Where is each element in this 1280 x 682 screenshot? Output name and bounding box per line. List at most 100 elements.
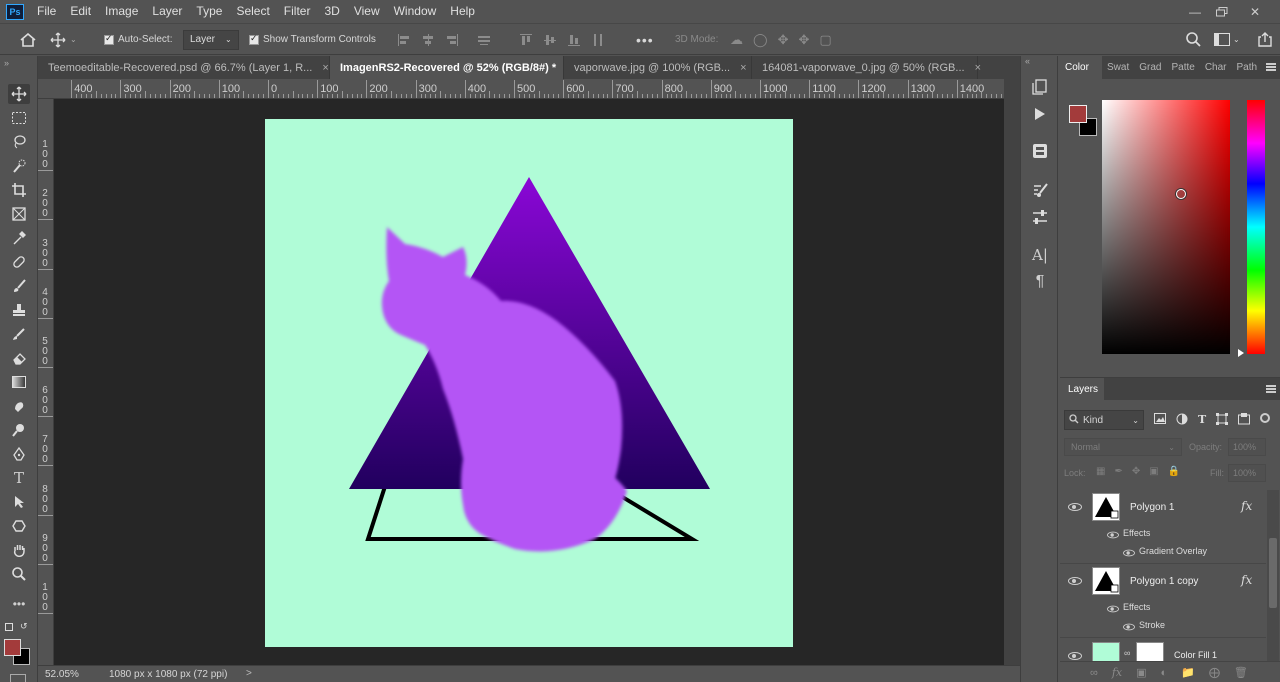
type-tool-icon[interactable]: T (8, 468, 30, 488)
filter-shape-icon[interactable] (1216, 413, 1229, 428)
close-tab-icon[interactable]: × (322, 62, 328, 74)
filter-type-icon[interactable]: T (1198, 413, 1206, 428)
history-panel-icon[interactable] (1029, 76, 1051, 98)
lock-all-icon[interactable]: 🔒 (1168, 466, 1180, 477)
new-group-icon[interactable]: 📁 (1181, 666, 1195, 679)
minimize-icon[interactable]: — (1180, 0, 1210, 23)
expand-panels-icon[interactable]: « (1025, 56, 1030, 66)
layer-name[interactable]: Color Fill 1 (1174, 650, 1217, 660)
tab-teemoeditable[interactable]: Teemoeditable-Recovered.psd @ 66.7% (Lay… (38, 56, 330, 79)
share-icon[interactable] (1258, 24, 1272, 55)
effects-visibility-eye-icon[interactable] (1107, 605, 1119, 613)
zoom-tool-icon[interactable] (8, 564, 30, 584)
hand-tool-icon[interactable] (8, 540, 30, 560)
new-adjustment-layer-icon[interactable]: ◐ (1161, 667, 1168, 679)
marquee-tool-icon[interactable] (8, 108, 30, 128)
edit-toolbar-icon[interactable]: ••• (8, 594, 30, 614)
layer-name[interactable]: Polygon 1 copy (1130, 576, 1198, 587)
align-bottom-icon[interactable] (567, 33, 581, 47)
menu-3d[interactable]: 3D (317, 0, 346, 23)
layer-name[interactable]: Polygon 1 (1130, 502, 1174, 513)
saturation-brightness-field[interactable] (1102, 100, 1230, 354)
document-canvas[interactable] (265, 119, 793, 647)
effect-visibility-eye-icon[interactable] (1123, 623, 1135, 631)
align-left-icon[interactable] (397, 33, 411, 47)
auto-select-dropdown[interactable]: Layer ⌄ (183, 24, 239, 55)
align-top-icon[interactable] (519, 33, 533, 47)
visibility-eye-icon[interactable] (1068, 652, 1082, 660)
layer-color-fill-1[interactable]: ∞ Color Fill 1 (1060, 638, 1266, 663)
lasso-tool-icon[interactable] (8, 132, 30, 152)
fill-field[interactable]: 100% (1228, 464, 1266, 482)
filter-smart-object-icon[interactable] (1238, 413, 1251, 428)
menu-file[interactable]: File (30, 0, 63, 23)
layers-scrollbar[interactable] (1267, 490, 1279, 663)
workspace-switcher-icon[interactable]: ⌄ (1214, 24, 1240, 55)
layers-panel-menu-icon[interactable] (1266, 385, 1276, 393)
menu-view[interactable]: View (347, 0, 387, 23)
blur-tool-icon[interactable] (8, 396, 30, 416)
effects-visibility-eye-icon[interactable] (1107, 531, 1119, 539)
gradient-tool-icon[interactable] (8, 372, 30, 392)
collapse-toolbar-icon[interactable]: » (4, 58, 9, 68)
adjustments-panel-icon[interactable] (1029, 206, 1051, 228)
restore-icon[interactable] (1207, 0, 1237, 23)
filter-toggle-icon[interactable] (1260, 413, 1271, 423)
path-selection-tool-icon[interactable] (8, 492, 30, 512)
tab-character[interactable]: Char (1200, 56, 1232, 79)
fx-icon[interactable]: fx (1241, 499, 1252, 513)
distribute-icon[interactable] (477, 33, 491, 47)
link-layers-icon[interactable]: ∞ (1090, 667, 1098, 679)
menu-layer[interactable]: Layer (145, 0, 189, 23)
dodge-tool-icon[interactable] (8, 420, 30, 440)
effect-gradient-overlay[interactable]: Gradient Overlay (1139, 546, 1207, 556)
lock-artboard-icon[interactable]: ▣ (1149, 466, 1158, 477)
swap-colors-icon[interactable]: ↺ (20, 621, 28, 632)
orbit-3d-icon[interactable]: ☁ (730, 32, 743, 48)
frame-tool-icon[interactable] (8, 204, 30, 224)
fx-icon[interactable]: fx (1241, 573, 1252, 587)
menu-select[interactable]: Select (229, 0, 276, 23)
align-right-icon[interactable] (445, 33, 459, 47)
tab-vaporwave[interactable]: vaporwave.jpg @ 100% (RGB... × (564, 56, 752, 79)
shape-tool-icon[interactable] (8, 516, 30, 536)
tab-gradients[interactable]: Grad (1134, 56, 1166, 79)
menu-window[interactable]: Window (387, 0, 444, 23)
color-picker-cursor[interactable] (1176, 189, 1186, 199)
close-tab-icon[interactable]: × (740, 62, 746, 74)
blend-mode-dropdown[interactable]: Normal ⌄ (1064, 438, 1182, 456)
eyedropper-tool-icon[interactable] (8, 228, 30, 248)
layer-filter-dropdown[interactable]: Kind ⌄ (1064, 410, 1144, 430)
quick-selection-tool-icon[interactable] (8, 156, 30, 176)
new-layer-icon[interactable]: ⨁ (1209, 666, 1220, 679)
foreground-color-swatch[interactable] (4, 639, 21, 656)
menu-filter[interactable]: Filter (277, 0, 318, 23)
hue-slider-handle-icon[interactable] (1238, 349, 1244, 357)
healing-brush-tool-icon[interactable] (8, 252, 30, 272)
scale-3d-icon[interactable]: ▢ (819, 32, 831, 48)
brush-settings-icon[interactable] (1029, 179, 1051, 201)
tab-paths[interactable]: Path (1232, 56, 1263, 79)
menu-image[interactable]: Image (98, 0, 145, 23)
distribute-vertical-icon[interactable] (591, 33, 605, 47)
add-layer-style-icon[interactable]: fx (1112, 666, 1122, 679)
lock-position-icon[interactable]: ✥ (1132, 466, 1140, 477)
home-icon[interactable] (16, 24, 40, 55)
align-center-horizontal-icon[interactable] (421, 33, 435, 47)
quick-mask-icon[interactable] (10, 674, 26, 682)
filter-adjustment-icon[interactable] (1176, 413, 1188, 428)
panel-foreground-swatch[interactable] (1069, 105, 1087, 123)
zoom-level[interactable]: 52.05% (45, 669, 79, 680)
pen-tool-icon[interactable] (8, 444, 30, 464)
tab-imagenrs2[interactable]: ImagenRS2-Recovered @ 52% (RGB/8#) *× (330, 56, 573, 79)
roll-3d-icon[interactable]: ◯ (753, 32, 768, 48)
move-tool-preset-icon[interactable]: ⌄ (50, 24, 90, 55)
eraser-tool-icon[interactable] (8, 348, 30, 368)
brush-tool-icon[interactable] (8, 276, 30, 296)
crop-tool-icon[interactable] (8, 180, 30, 200)
paragraph-panel-icon[interactable]: ¶ (1029, 271, 1051, 293)
layer-polygon-1[interactable]: Polygon 1 fx Effects Gradient Overlay (1060, 490, 1266, 564)
libraries-panel-icon[interactable] (1029, 140, 1051, 162)
layer-polygon-1-copy[interactable]: Polygon 1 copy fx Effects Stroke (1060, 564, 1266, 638)
align-center-vertical-icon[interactable] (543, 33, 557, 47)
